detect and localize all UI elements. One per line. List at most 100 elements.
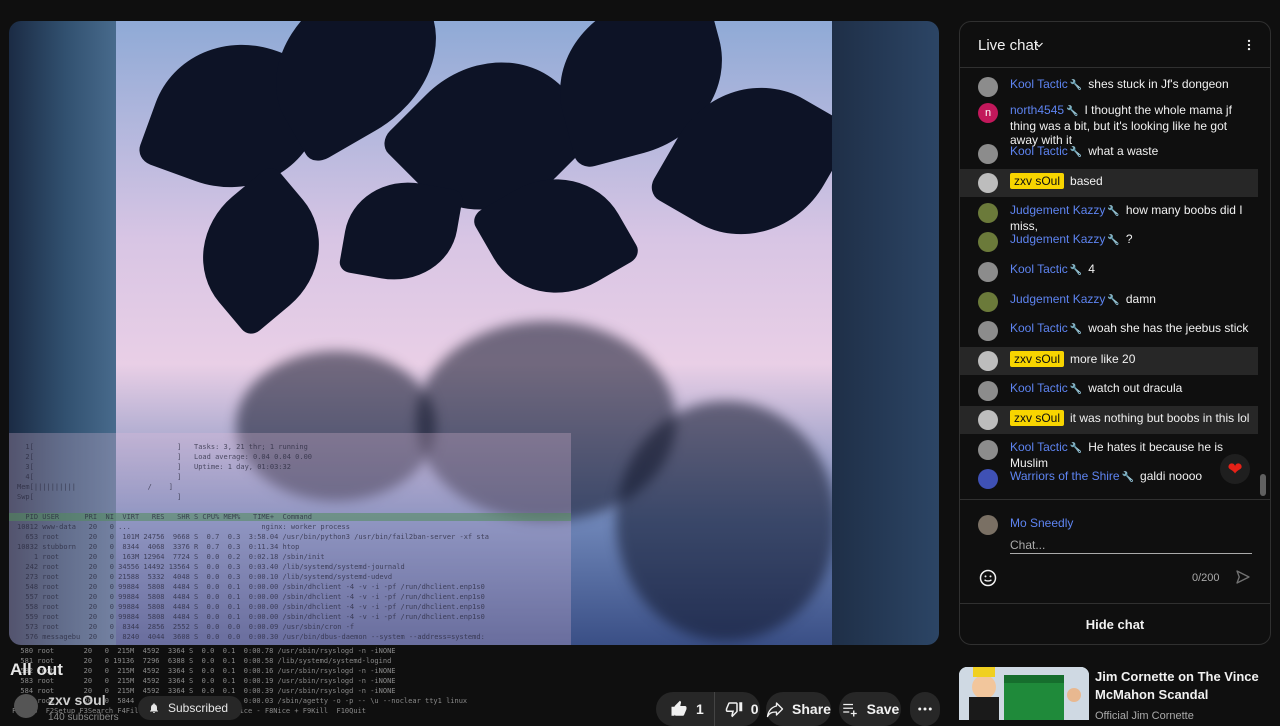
chat-message[interactable]: Kool Tactic 🔧 He hates it because he is Mu… <box>960 440 1258 470</box>
chat-author-avatar[interactable] <box>978 351 998 371</box>
chat-author-avatar[interactable] <box>978 410 998 430</box>
chat-author-name[interactable]: north4545 <box>1010 103 1064 117</box>
channel-avatar[interactable] <box>14 694 38 718</box>
chat-message[interactable]: Kool Tactic 🔧 woah she has the jeebus stic… <box>960 321 1258 341</box>
chat-author-name[interactable]: Kool Tactic <box>1010 77 1068 91</box>
dislike-button[interactable]: 0 <box>715 692 769 726</box>
more-actions-button[interactable] <box>910 692 940 726</box>
chat-author-avatar[interactable] <box>978 203 998 223</box>
hide-chat-button[interactable]: Hide chat <box>960 603 1270 644</box>
subscribed-button[interactable]: Subscribed <box>138 696 243 720</box>
chat-author-name[interactable]: Kool Tactic <box>1010 144 1068 158</box>
chat-author-avatar[interactable] <box>978 144 998 164</box>
chat-composer: Mo Sneedly 0/200 <box>960 499 1270 603</box>
chat-author-avatar[interactable] <box>978 469 998 489</box>
chat-message-text: ? <box>1125 232 1133 246</box>
terminal-line: 1 root 20 0 163M 12964 7724 S 0.0 0.2 0:… <box>17 553 325 561</box>
chat-message[interactable]: Kool Tactic 🔧 watch out dracula <box>960 381 1258 401</box>
chat-author-name[interactable]: Kool Tactic <box>1010 262 1068 276</box>
chat-message-body: Kool Tactic 🔧 watch out dracula <box>1010 381 1258 397</box>
chat-author-avatar[interactable] <box>978 440 998 460</box>
chat-author-avatar[interactable] <box>978 173 998 193</box>
chat-author-name[interactable]: Judgement Kazzy <box>1010 203 1105 217</box>
terminal-line: 273 root 20 0 21588 5332 4048 S 0.0 0.3 … <box>17 573 393 581</box>
terminal-line: 557 root 20 0 99884 5808 4484 S 0.0 0.1 … <box>17 593 485 601</box>
chat-author-name[interactable]: zxv sOul <box>1010 173 1065 189</box>
chat-author-name[interactable]: Judgement Kazzy <box>1010 232 1105 246</box>
playlist-add-icon <box>842 703 857 717</box>
chat-author-name[interactable]: Kool Tactic <box>1010 381 1068 395</box>
recommended-thumbnail[interactable] <box>959 667 1089 720</box>
bell-icon <box>150 703 158 713</box>
terminal-line: 653 root 20 0 101M 24756 9668 S 0.7 0.3 … <box>17 533 490 541</box>
video-leaf-shape <box>338 172 464 290</box>
chat-author-name[interactable]: zxv sOul <box>1010 410 1065 426</box>
thumbs-down-icon <box>725 702 743 718</box>
save-button[interactable]: Save <box>839 692 901 726</box>
chat-message[interactable]: Kool Tactic 🔧 shes stuck in Jf's dongeon <box>960 77 1258 97</box>
chat-scrollbar[interactable] <box>1260 474 1266 496</box>
chat-author-avatar[interactable] <box>978 321 998 341</box>
more-vertical-icon[interactable] <box>1242 36 1256 54</box>
chat-message[interactable]: Judgement Kazzy 🔧 how many boobs did I mis… <box>960 203 1258 233</box>
send-icon[interactable] <box>1234 568 1252 586</box>
moderator-wrench-icon: 🔧 <box>1069 265 1083 276</box>
recommended-title[interactable]: Jim Cornette on The Vince McMahon Scanda… <box>1095 668 1265 704</box>
chat-message-text: based <box>1070 174 1103 188</box>
chat-message[interactable]: Judgement Kazzy 🔧 damn <box>960 292 1258 312</box>
chat-author-avatar[interactable]: n <box>978 103 998 123</box>
share-button[interactable]: Share <box>766 692 831 726</box>
chat-message[interactable]: zxv sOul it was nothing but boobs in this… <box>960 406 1258 434</box>
chat-message-body: Judgement Kazzy 🔧 how many boobs did I mis… <box>1010 203 1258 233</box>
terminal-line: 242 root 20 0 34556 14492 13564 S 0.0 0.… <box>17 563 405 571</box>
chat-message-list[interactable]: Kool Tactic 🔧 shes stuck in Jf's dongeon n n… <box>960 69 1270 499</box>
like-dislike-group: 1 0 <box>656 692 760 726</box>
moderator-wrench-icon: 🔧 <box>1069 443 1083 454</box>
chat-message[interactable]: Judgement Kazzy 🔧? <box>960 232 1258 252</box>
video-title: All out <box>10 660 63 679</box>
heart-icon: ❤ <box>1227 458 1243 479</box>
channel-name[interactable]: zxv sOul <box>48 692 106 708</box>
terminal-line: 10832 stubborn 20 0 8344 4068 3376 R 0.7… <box>17 543 300 551</box>
chat-author-name[interactable]: Judgement Kazzy <box>1010 292 1105 306</box>
chat-input[interactable] <box>1010 536 1252 554</box>
user-avatar <box>978 515 998 535</box>
chat-message-body: zxv sOul based <box>1010 173 1258 189</box>
more-horizontal-icon <box>918 707 932 711</box>
chat-author-avatar[interactable] <box>978 77 998 97</box>
chat-author-name[interactable]: zxv sOul <box>1010 351 1065 367</box>
chat-message[interactable]: Kool Tactic 🔧 4 <box>960 262 1258 282</box>
heart-reaction-button[interactable]: ❤ <box>1220 454 1250 484</box>
dislike-count: 0 <box>750 701 759 717</box>
chat-author-name[interactable]: Warriors of the Shire <box>1010 469 1120 483</box>
chat-message[interactable]: zxv sOul more like 20 <box>960 347 1258 375</box>
moderator-wrench-icon: 🔧 <box>1069 384 1083 395</box>
chat-message-body: Kool Tactic 🔧 4 <box>1010 262 1258 278</box>
terminal-line: 580 root 20 0 215M 4592 3364 S 0.0 0.1 0… <box>12 647 396 655</box>
terminal-line: 548 root 20 0 99884 5808 4484 S 0.0 0.1 … <box>17 583 485 591</box>
chat-mode-selector[interactable]: Live chat <box>978 37 1038 54</box>
chat-message-body: Kool Tactic 🔧 shes stuck in Jf's dongeon <box>1010 77 1258 93</box>
chat-message[interactable]: n north4545 🔧 I thought the whole mama jf t… <box>960 103 1258 147</box>
chat-author-name[interactable]: Kool Tactic <box>1010 321 1068 335</box>
terminal-line: 576 messagebu 20 0 8240 4044 3608 S 0.0 … <box>17 633 485 641</box>
video-player[interactable]: 1[ ] Tasks: 3, 21 thr; 1 running 2[ ] Lo… <box>9 21 939 645</box>
terminal-line: 4[ ] <box>17 473 182 481</box>
chat-message[interactable]: Kool Tactic 🔧 what a waste <box>960 144 1258 164</box>
chat-author-avatar[interactable] <box>978 292 998 312</box>
emoji-icon[interactable] <box>978 568 998 588</box>
chat-message-body: zxv sOul more like 20 <box>1010 351 1258 367</box>
chat-message[interactable]: Warriors of the Shire 🔧 galdi noooo <box>960 469 1258 489</box>
chat-author-name[interactable]: Kool Tactic <box>1010 440 1068 454</box>
thumbs-up-icon <box>671 700 687 716</box>
terminal-line: 582 root 20 0 215M 4592 3364 S 0.0 0.1 0… <box>12 667 396 675</box>
moderator-wrench-icon: 🔧 <box>1107 206 1120 217</box>
chat-author-avatar[interactable] <box>978 232 998 252</box>
recommended-channel[interactable]: Official Jim Cornette <box>1095 710 1194 722</box>
chat-message[interactable]: zxv sOul based <box>960 169 1258 197</box>
chevron-down-icon[interactable] <box>1033 39 1045 51</box>
like-button[interactable]: 1 <box>656 692 715 726</box>
chat-author-avatar[interactable] <box>978 262 998 282</box>
moderator-wrench-icon: 🔧 <box>1069 324 1083 335</box>
chat-author-avatar[interactable] <box>978 381 998 401</box>
